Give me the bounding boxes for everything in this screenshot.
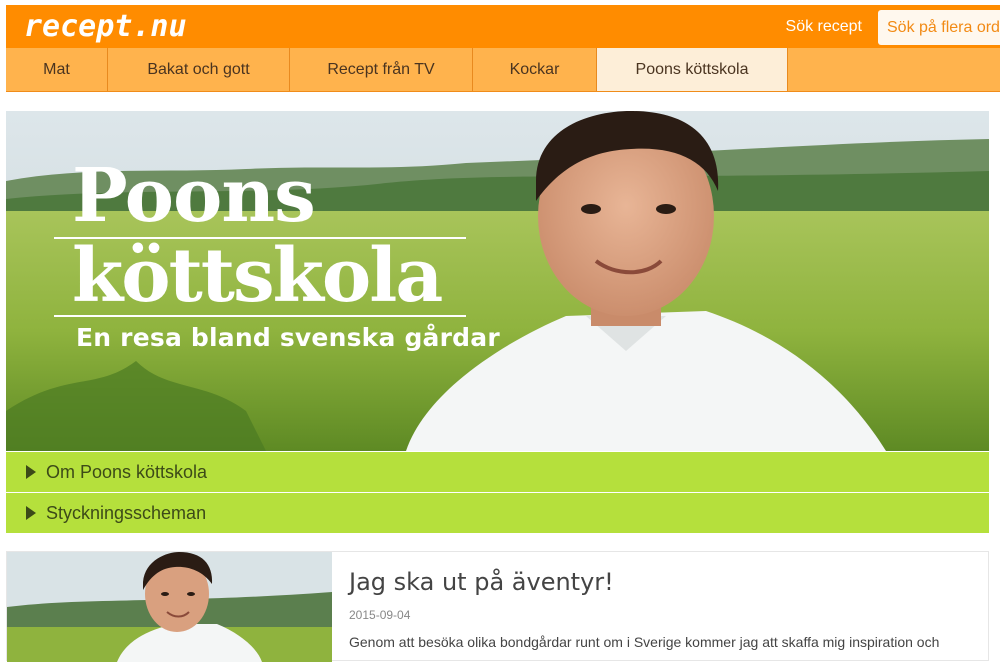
article-title[interactable]: Jag ska ut på äventyr! bbox=[349, 568, 614, 596]
hero-banner: Poons köttskola En resa bland svenska gå… bbox=[6, 111, 989, 451]
nav-item-mat[interactable]: Mat bbox=[6, 48, 108, 91]
hero-title-line2: köttskola bbox=[72, 233, 443, 319]
site-logo[interactable]: recept.nu bbox=[24, 9, 187, 45]
nav-item-recept-fran-tv[interactable]: Recept från TV bbox=[290, 48, 473, 91]
accordion-styckningsscheman[interactable]: Styckningsscheman bbox=[6, 493, 989, 533]
nav-item-poons-kottskola[interactable]: Poons köttskola bbox=[597, 48, 788, 91]
search-input[interactable]: Sök på flera ord bbox=[878, 10, 1000, 45]
search-recipes-link[interactable]: Sök recept bbox=[786, 5, 862, 48]
nav-item-bakat-och-gott[interactable]: Bakat och gott bbox=[108, 48, 290, 91]
article-excerpt: Genom att besöka olika bondgårdar runt o… bbox=[349, 634, 940, 650]
article-date: 2015-09-04 bbox=[349, 608, 411, 622]
caret-right-icon bbox=[26, 465, 36, 479]
nav-item-kockar[interactable]: Kockar bbox=[473, 48, 597, 91]
hero-subtitle: En resa bland svenska gårdar bbox=[76, 323, 500, 352]
hero-divider-bottom bbox=[54, 315, 466, 317]
article-card[interactable]: Jag ska ut på äventyr! 2015-09-04 Genom … bbox=[6, 551, 989, 662]
accordion-label: Styckningsscheman bbox=[46, 503, 207, 523]
accordion-label: Om Poons köttskola bbox=[46, 462, 208, 482]
accordion-om-poons-kottskola[interactable]: Om Poons köttskola bbox=[6, 452, 989, 492]
caret-right-icon bbox=[26, 506, 36, 520]
top-bar: recept.nu Sök recept Sök på flera ord bbox=[6, 5, 1000, 48]
hero-title-line1: Poons bbox=[72, 153, 316, 239]
article-thumbnail[interactable] bbox=[7, 552, 332, 662]
main-nav: Mat Bakat och gott Recept från TV Kockar… bbox=[6, 48, 1000, 92]
